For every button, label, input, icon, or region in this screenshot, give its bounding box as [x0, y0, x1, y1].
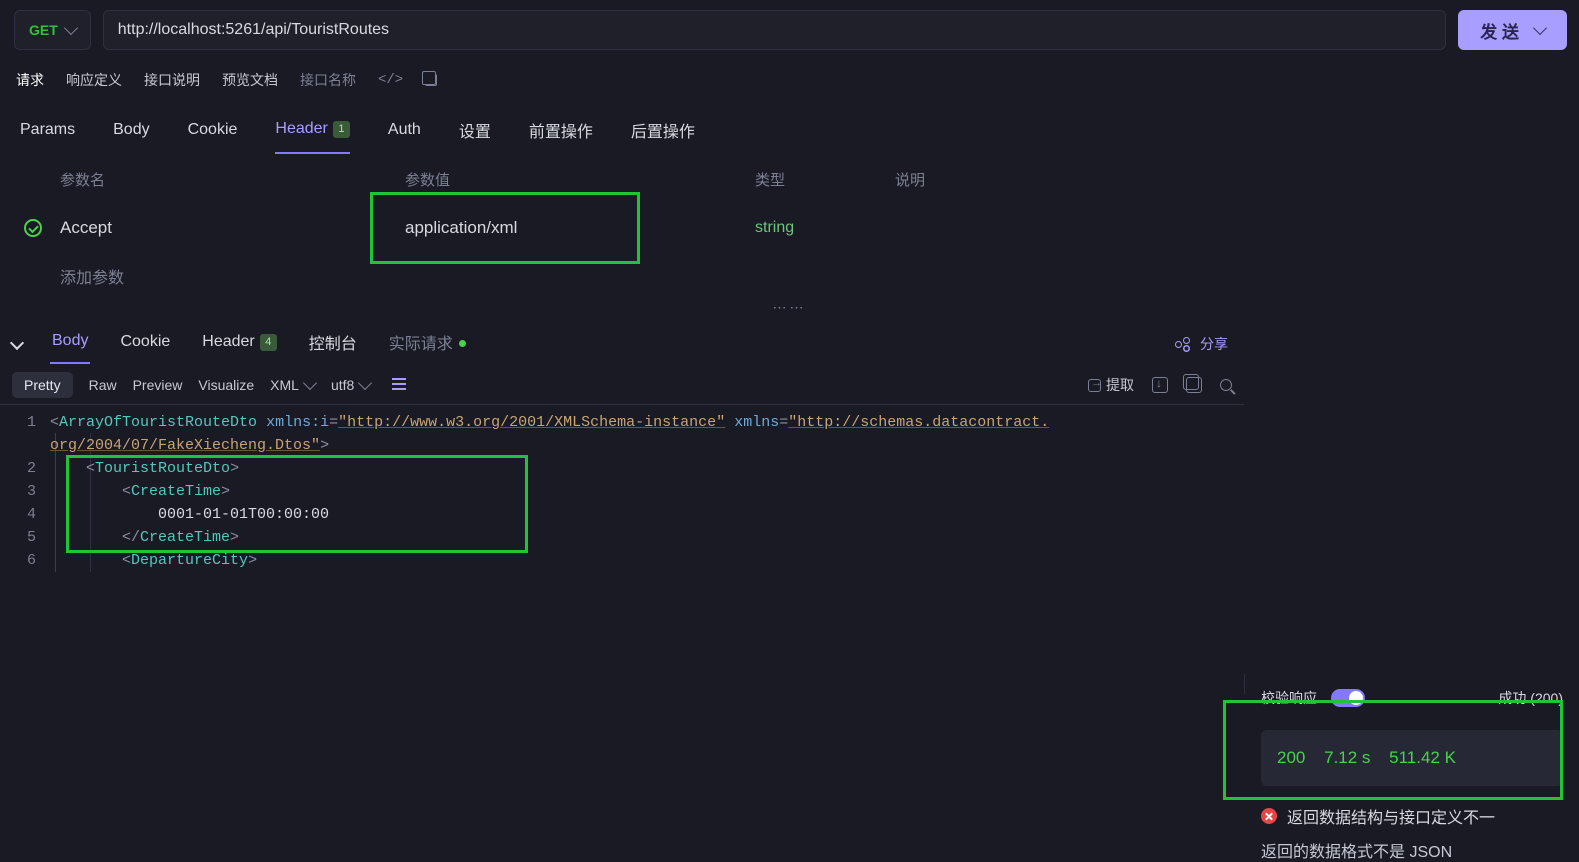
header-count-badge: 1: [333, 121, 350, 138]
error-text-1: 返回数据结构与接口定义不一: [1287, 804, 1495, 828]
response-toolbar: Pretty Raw Preview Visualize XML utf8 提取: [0, 366, 1244, 405]
resp-header-count-badge: 4: [260, 334, 277, 351]
share-button[interactable]: 分享: [1175, 334, 1228, 354]
http-method-label: GET: [29, 22, 58, 38]
doc-sub-tabs: 请求 响应定义 接口说明 预览文档 接口名称 </>: [0, 60, 1579, 100]
url-text: http://localhost:5261/api/TouristRoutes: [118, 21, 389, 39]
table-row[interactable]: Accept application/xml string: [10, 204, 1569, 252]
validation-error: 返回数据结构与接口定义不一: [1261, 804, 1563, 828]
chevron-down-icon: [358, 376, 372, 390]
tab-body[interactable]: Body: [113, 121, 149, 153]
send-label: 发 送: [1480, 18, 1519, 43]
collapse-icon[interactable]: [10, 336, 24, 350]
share-icon: [1175, 337, 1190, 352]
verify-toggle[interactable]: [1331, 689, 1365, 707]
resp-tab-body[interactable]: Body: [50, 324, 90, 364]
response-body-code[interactable]: 1 23456 <ArrayOfTouristRouteDto xmlns:i=…: [0, 405, 1244, 572]
tab-header[interactable]: Header1: [275, 120, 349, 154]
tab-params[interactable]: Params: [20, 121, 75, 153]
check-circle-icon[interactable]: [24, 219, 42, 237]
tab-auth[interactable]: Auth: [388, 121, 421, 153]
col-header-name: 参数名: [55, 169, 405, 190]
tab-api-desc[interactable]: 接口说明: [144, 70, 200, 90]
api-name-placeholder[interactable]: 接口名称: [300, 70, 356, 90]
send-button[interactable]: 发 送: [1458, 10, 1567, 50]
header-type-cell: string: [755, 219, 794, 236]
code-icon[interactable]: </>: [378, 72, 403, 88]
resp-tab-header[interactable]: Header4: [200, 325, 278, 363]
chevron-down-icon: [303, 376, 317, 390]
http-method-select[interactable]: GET: [14, 10, 91, 50]
search-icon[interactable]: [1220, 379, 1232, 391]
status-code: 200: [1277, 748, 1305, 767]
response-time: 7.12 s: [1324, 748, 1370, 767]
encoding-select[interactable]: utf8: [331, 377, 370, 393]
resp-tab-actual[interactable]: 实际请求: [387, 322, 468, 366]
chevron-down-icon: [1533, 21, 1547, 35]
copy-icon[interactable]: [425, 74, 437, 86]
tab-settings[interactable]: 设置: [459, 118, 491, 156]
response-tabs: Body Cookie Header4 控制台 实际请求 分享: [0, 314, 1244, 366]
response-stats: 200 7.12 s 511.42 K: [1261, 730, 1563, 786]
code-content: <ArrayOfTouristRouteDto xmlns:i="http://…: [50, 405, 1049, 572]
tab-post-request[interactable]: 后置操作: [631, 118, 695, 156]
headers-table: 参数名 参数值 类型 说明 Accept application/xml str…: [0, 156, 1579, 300]
extract-icon: [1088, 379, 1101, 392]
view-visualize[interactable]: Visualize: [198, 377, 254, 393]
error-text-2: 返回的数据格式不是 JSON: [1261, 838, 1563, 862]
success-status-label: 成功 (200): [1498, 688, 1563, 708]
grip-dots-icon: ⋯⋯: [773, 299, 807, 316]
resp-tab-console[interactable]: 控制台: [307, 322, 359, 366]
view-pretty[interactable]: Pretty: [12, 372, 73, 398]
col-header-type: 类型: [755, 169, 895, 190]
tab-request[interactable]: 请求: [16, 70, 44, 90]
header-name-cell[interactable]: Accept: [55, 218, 405, 238]
col-header-desc: 说明: [895, 169, 1569, 190]
url-input[interactable]: http://localhost:5261/api/TouristRoutes: [103, 10, 1446, 50]
add-param-label: 添加参数: [55, 264, 405, 288]
request-section-tabs: Params Body Cookie Header1 Auth 设置 前置操作 …: [0, 100, 1579, 156]
header-value-cell[interactable]: application/xml: [405, 218, 517, 237]
tab-pre-request[interactable]: 前置操作: [529, 118, 593, 156]
response-size: 511.42 K: [1389, 748, 1456, 767]
vertical-resize-handle[interactable]: ⋯⋯: [0, 300, 1579, 314]
view-raw[interactable]: Raw: [89, 377, 117, 393]
resp-tab-cookie[interactable]: Cookie: [118, 325, 172, 363]
wrap-icon[interactable]: [392, 378, 410, 392]
error-icon: [1261, 808, 1277, 824]
tab-cookie[interactable]: Cookie: [188, 121, 238, 153]
download-icon[interactable]: [1152, 377, 1168, 393]
tab-response-def[interactable]: 响应定义: [66, 70, 122, 90]
extract-button[interactable]: 提取: [1088, 375, 1134, 395]
view-preview[interactable]: Preview: [133, 377, 183, 393]
verify-label: 校验响应: [1261, 688, 1317, 708]
chevron-down-icon: [64, 21, 78, 35]
validation-side-panel: 校验响应 成功 (200) 200 7.12 s 511.42 K 返回数据结构…: [1244, 674, 1579, 694]
format-select[interactable]: XML: [270, 377, 315, 393]
tab-preview-doc[interactable]: 预览文档: [222, 70, 278, 90]
line-gutter: 1 23456: [0, 405, 50, 572]
status-dot-icon: [459, 340, 466, 347]
add-param-row[interactable]: 添加参数: [10, 252, 1569, 300]
col-header-value: 参数值: [405, 169, 755, 190]
copy-icon[interactable]: [1186, 377, 1202, 393]
share-label: 分享: [1200, 334, 1228, 354]
